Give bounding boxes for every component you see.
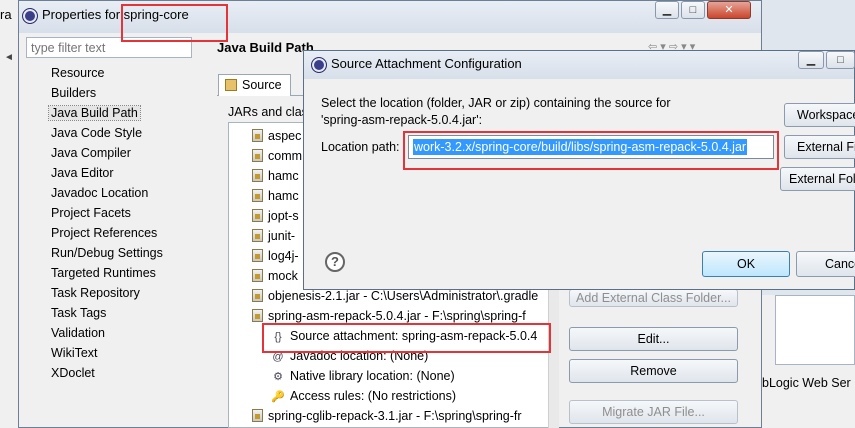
panel-title: Java Build Path: [217, 40, 314, 55]
tree-row-jar[interactable]: mock: [252, 266, 298, 286]
jar-icon: [252, 289, 263, 302]
tree-detail-access[interactable]: 🔑 Access rules: (No restrictions): [271, 386, 456, 406]
tree-row-label: hamc: [268, 169, 299, 183]
tree-detail-source[interactable]: {} Source attachment: spring-asm-repack-5…: [271, 326, 537, 346]
tree-row-label: log4j-: [268, 249, 299, 263]
nav-item-wikitext[interactable]: WikiText: [51, 346, 98, 360]
jar-icon: [252, 189, 263, 202]
location-label: Location path:: [321, 140, 400, 154]
tab-source[interactable]: Source: [218, 74, 291, 96]
tree-row-label: mock: [268, 269, 298, 283]
tree-row-label: comm: [268, 149, 303, 163]
tree-row-label: aspec: [268, 129, 302, 143]
jar-icon: [252, 409, 263, 422]
close-button[interactable]: ✕: [707, 1, 751, 19]
source-tab-icon: [225, 79, 237, 91]
tab-source-label: Source: [242, 78, 282, 92]
help-icon[interactable]: ?: [325, 252, 345, 272]
location-path-value: work-3.2.x/spring-core/build/libs/spring…: [413, 139, 748, 155]
nav-item-task-repository[interactable]: Task Repository: [51, 286, 140, 300]
tree-detail-native[interactable]: ⚙ Native library location: (None): [271, 366, 455, 386]
ok-button[interactable]: OK: [702, 251, 790, 277]
tree-row-label: Source attachment: spring-asm-repack-5.0…: [290, 329, 538, 343]
tree-row-jar[interactable]: log4j-: [252, 246, 299, 266]
background-arrow-icon: ◄: [4, 52, 14, 63]
external-file-button[interactable]: External File...: [784, 135, 855, 159]
tree-row-jar[interactable]: hamc: [252, 186, 299, 206]
background-right-box: [775, 295, 855, 365]
nav-item-builders[interactable]: Builders: [51, 86, 96, 100]
tree-row-jar[interactable]: spring-cglib-repack-3.1.jar - F:\spring\…: [252, 406, 522, 426]
nav-item-task-tags[interactable]: Task Tags: [51, 306, 106, 320]
nav-item-project-facets[interactable]: Project Facets: [51, 206, 131, 220]
edit-button[interactable]: Edit...: [569, 327, 738, 351]
jar-icon: [252, 169, 263, 182]
tree-row-label: jopt-s: [268, 209, 299, 223]
maximize-button[interactable]: □: [681, 1, 705, 19]
minimize-button[interactable]: ▁: [655, 1, 679, 19]
jar-icon: [252, 249, 263, 262]
nav-item-java-compiler[interactable]: Java Compiler: [51, 146, 131, 160]
tree-row-jar[interactable]: comm: [252, 146, 302, 166]
tree-row-label: spring-cglib-repack-3.1.jar - F:\spring\…: [268, 409, 522, 423]
access-icon: 🔑: [271, 391, 285, 403]
source-icon: {}: [274, 331, 282, 343]
nav-item-java-editor[interactable]: Java Editor: [51, 166, 114, 180]
dialog-maximize-button[interactable]: □: [826, 51, 855, 69]
background-title-fragment: ra: [0, 7, 12, 22]
location-path-input[interactable]: work-3.2.x/spring-core/build/libs/spring…: [408, 135, 774, 159]
jar-icon: [252, 209, 263, 222]
tree-row-label: spring-asm-repack-5.0.4.jar - F:\spring\…: [268, 309, 526, 323]
jars-label: JARs and clas: [228, 105, 308, 119]
tree-row-label: objenesis-2.1.jar - C:\Users\Administrat…: [268, 289, 539, 303]
tree-row-label: Native library location: (None): [290, 369, 455, 383]
properties-title: Properties for spring-core: [42, 7, 189, 22]
cancel-button[interactable]: Cancel: [796, 251, 855, 277]
filter-input[interactable]: [26, 37, 192, 58]
tree-row-jar[interactable]: jopt-s: [252, 206, 299, 226]
nav-item-java-code-style[interactable]: Java Code Style: [51, 126, 142, 140]
tree-row-jar[interactable]: hamc: [252, 166, 299, 186]
nav-item-project-references[interactable]: Project References: [51, 226, 157, 240]
eclipse-icon: [22, 8, 38, 24]
dialog-minimize-button[interactable]: ▁: [798, 51, 824, 69]
tree-row-jar[interactable]: spring-asm-repack-5.0.4.jar - F:\spring\…: [252, 306, 526, 326]
nav-item-xdoclet[interactable]: XDoclet: [51, 366, 95, 380]
instruction-line1: Select the location (folder, JAR or zip)…: [321, 96, 671, 110]
tree-row-label: Access rules: (No restrictions): [290, 389, 457, 403]
tree-row-label: junit-: [268, 229, 296, 243]
background-right-fragment: bLogic Web Ser: [762, 376, 851, 390]
migrate-jar-button[interactable]: Migrate JAR File...: [569, 400, 738, 424]
jar-icon: [252, 149, 263, 162]
workspace-button[interactable]: Workspace...: [784, 103, 855, 127]
jar-icon: [252, 269, 263, 282]
remove-button[interactable]: Remove: [569, 359, 738, 383]
nav-item-javadoc-location[interactable]: Javadoc Location: [51, 186, 148, 200]
nav-item-resource[interactable]: Resource: [51, 66, 105, 80]
jar-icon: [252, 309, 263, 322]
tree-row-label: Javadoc location: (None): [290, 349, 429, 363]
nav-item-run-debug-settings[interactable]: Run/Debug Settings: [51, 246, 163, 260]
external-folder-button[interactable]: External Folder...: [780, 167, 855, 191]
tree-detail-javadoc[interactable]: @ Javadoc location: (None): [271, 346, 428, 366]
dialog-eclipse-icon: [311, 57, 327, 73]
nav-item-java-build-path[interactable]: Java Build Path: [48, 105, 141, 121]
instruction-line2: 'spring-asm-repack-5.0.4.jar':: [321, 113, 483, 127]
jar-icon: [252, 129, 263, 142]
tree-row-jar[interactable]: junit-: [252, 226, 295, 246]
tree-row-label: hamc: [268, 189, 299, 203]
background-window-edge: [0, 0, 19, 428]
jar-icon: [252, 229, 263, 242]
dialog-title: Source Attachment Configuration: [331, 56, 522, 71]
javadoc-icon: @: [272, 351, 284, 363]
add-external-class-folder-button[interactable]: Add External Class Folder...: [569, 289, 738, 307]
nav-item-targeted-runtimes[interactable]: Targeted Runtimes: [51, 266, 156, 280]
nav-item-validation[interactable]: Validation: [51, 326, 105, 340]
tree-row-jar[interactable]: aspec: [252, 126, 301, 146]
native-icon: ⚙: [273, 371, 283, 383]
